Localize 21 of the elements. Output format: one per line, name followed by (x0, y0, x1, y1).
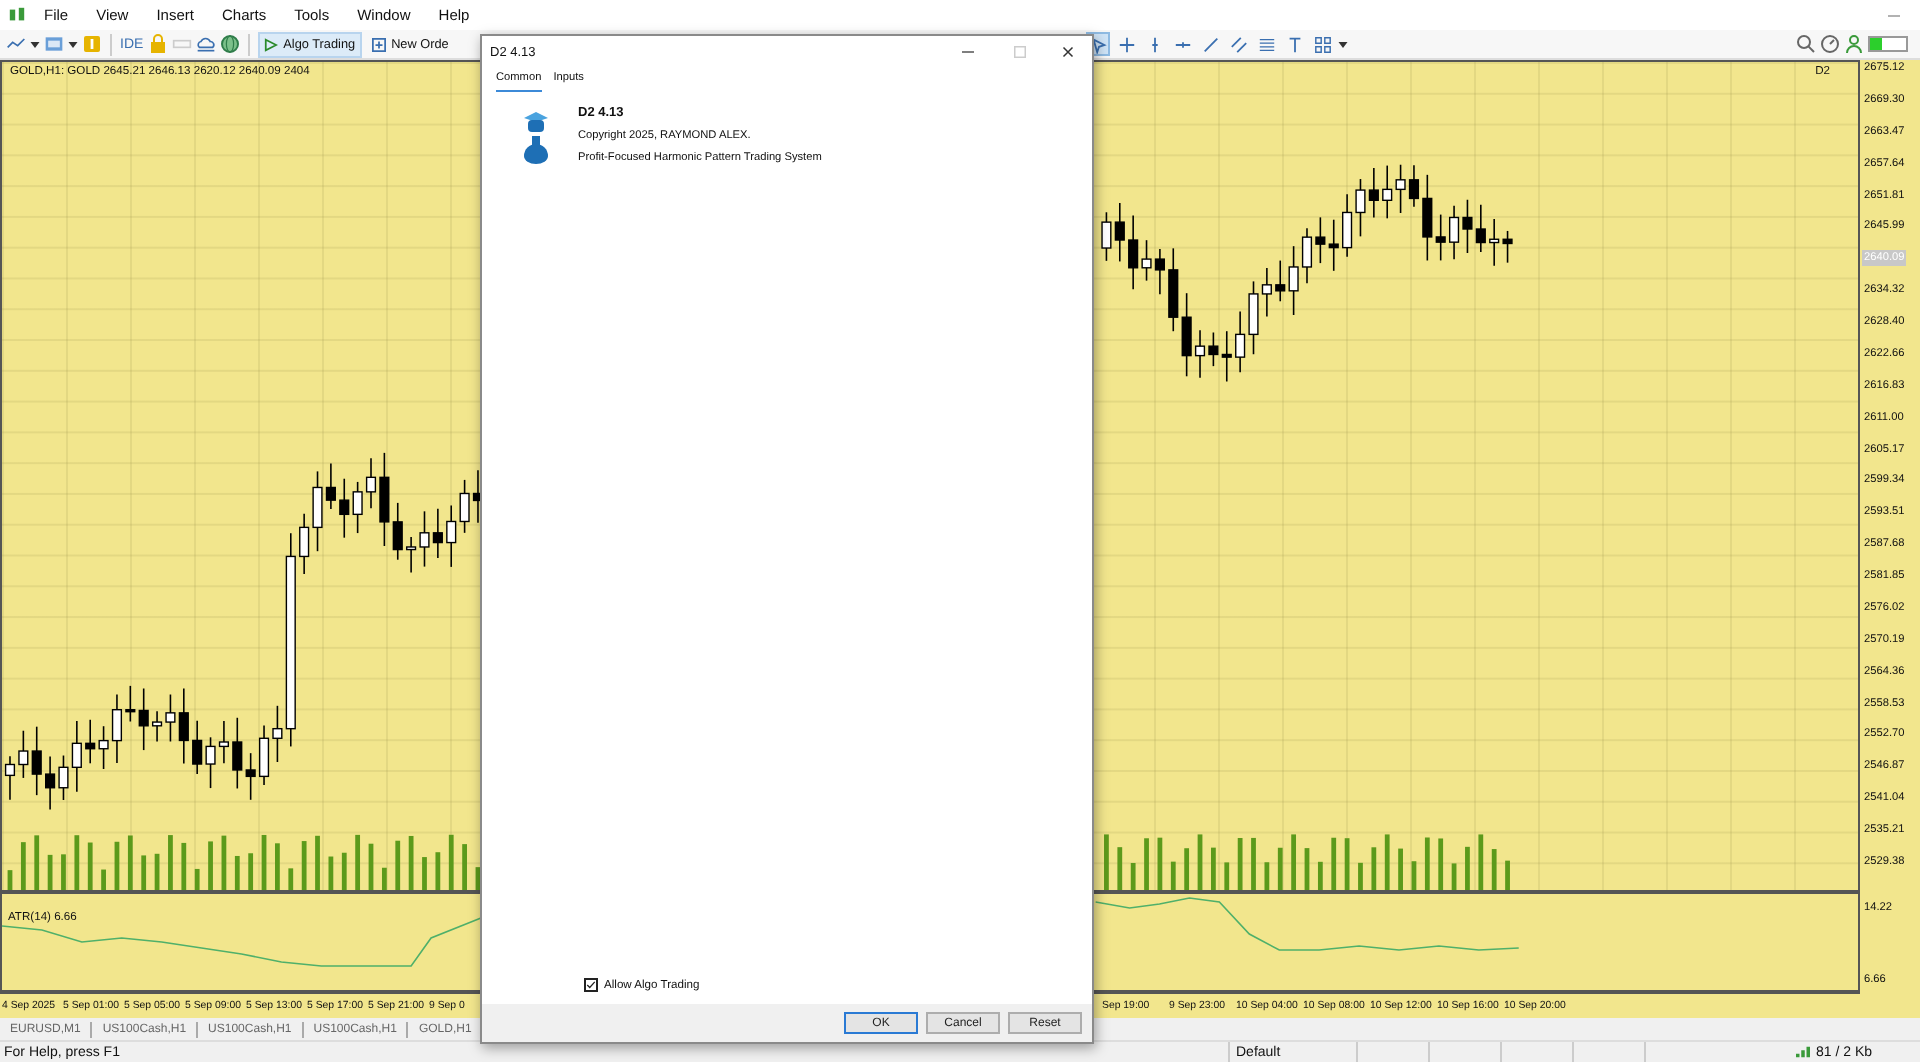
app-logo-icon (8, 6, 26, 24)
crosshair-icon[interactable] (1114, 32, 1139, 56)
play-icon (263, 37, 278, 51)
caret-icon[interactable] (1338, 41, 1349, 47)
caret-icon[interactable] (30, 41, 40, 47)
signal-icon (1796, 1046, 1810, 1058)
search-icon[interactable] (1796, 34, 1816, 54)
plus-document-icon (371, 37, 386, 51)
checkbox[interactable] (584, 978, 598, 992)
line-chart-icon[interactable] (6, 34, 26, 54)
caret-icon[interactable] (68, 41, 78, 47)
shapes-icon[interactable] (1310, 32, 1335, 56)
gauge-icon[interactable] (1820, 34, 1840, 54)
connection-bar-icon (1868, 36, 1908, 52)
trend-line-icon[interactable] (1198, 32, 1223, 56)
minimize-icon[interactable] (962, 50, 974, 54)
person-icon[interactable] (1844, 34, 1864, 54)
globe-icon[interactable] (219, 34, 240, 54)
graduate-icon (522, 112, 550, 164)
close-icon[interactable] (1062, 46, 1074, 58)
cloud-icon[interactable] (195, 34, 216, 54)
